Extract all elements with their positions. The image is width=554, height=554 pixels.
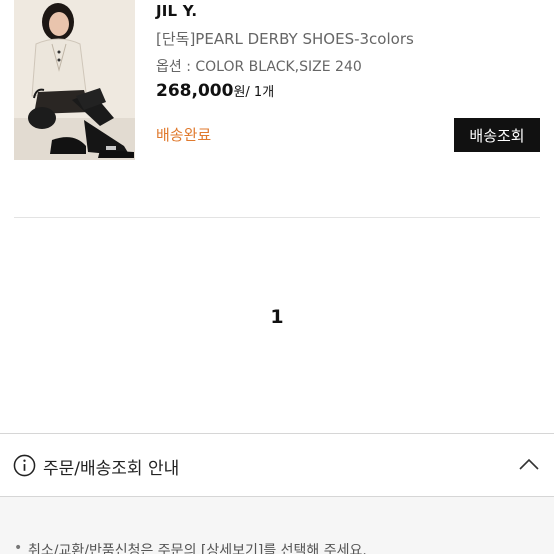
guide-title: 주문/배송조회 안내	[43, 459, 180, 479]
price-unit: 원	[233, 85, 246, 100]
delivery-status: 배송완료	[156, 126, 212, 144]
brand-name: JIL Y.	[156, 2, 198, 20]
product-option: 옵션 : COLOR BLACK,SIZE 240	[156, 59, 362, 75]
pagination: 1	[0, 306, 554, 328]
product-thumbnail[interactable]	[14, 0, 135, 160]
divider	[14, 217, 540, 218]
page-number-current[interactable]: 1	[270, 306, 283, 328]
guide-header[interactable]: 주문/배송조회 안내	[0, 434, 554, 496]
price-row: 268,000원/ 1개	[156, 81, 274, 101]
info-icon	[13, 454, 36, 477]
product-photo-illustration	[14, 0, 135, 160]
order-guide-accordion: 주문/배송조회 안내	[0, 433, 554, 497]
track-delivery-button[interactable]: 배송조회	[454, 118, 540, 152]
guide-content: 취소/교환/반품신청은 주문의 [상세보기]를 선택해 주세요.	[0, 497, 554, 554]
product-name[interactable]: [단독]PEARL DERBY SHOES-3colors	[156, 28, 414, 49]
price-value: 268,000	[156, 81, 234, 101]
chevron-up-icon[interactable]	[518, 456, 540, 472]
quantity: / 1개	[245, 85, 275, 100]
guide-notice: 취소/교환/반품신청은 주문의 [상세보기]를 선택해 주세요.	[14, 540, 367, 554]
order-item: JIL Y. [단독]PEARL DERBY SHOES-3colors 옵션 …	[0, 0, 554, 218]
